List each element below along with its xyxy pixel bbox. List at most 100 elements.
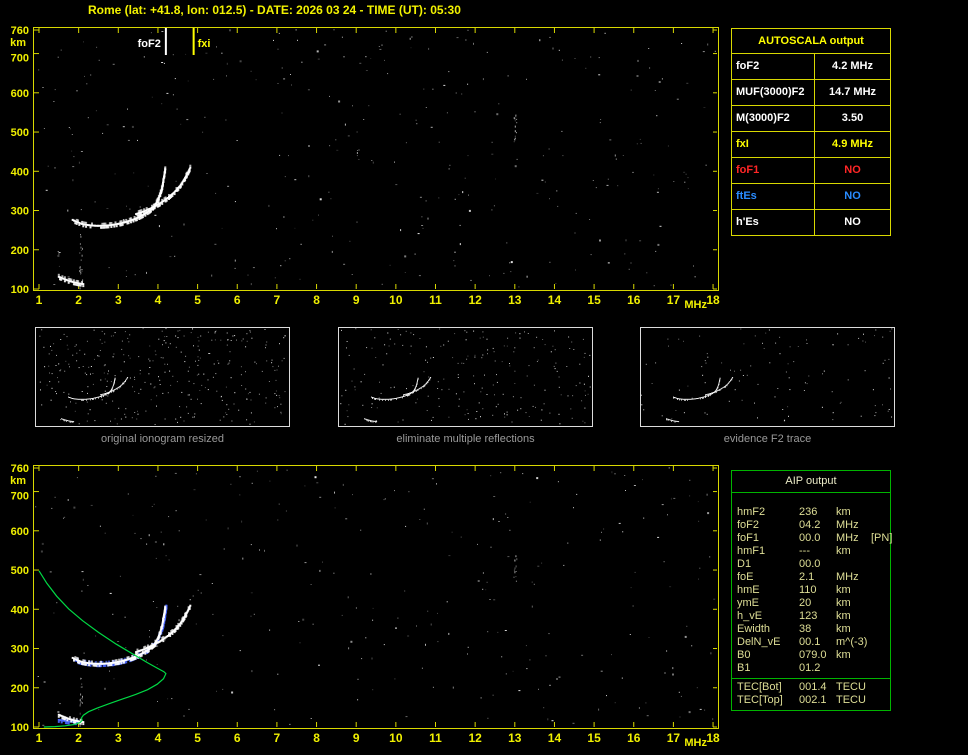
- aip-row-foe: foE 2.1 MHz: [737, 571, 890, 584]
- parameter-note: [871, 636, 890, 649]
- x-tick-label: 6: [234, 731, 241, 745]
- parameter-unit: km: [836, 506, 851, 518]
- parameter-value: 04.2: [799, 519, 821, 531]
- x-tick-label: 8: [313, 731, 320, 745]
- x-tick-label: 10: [389, 293, 403, 307]
- marker-label-foF2: foF2: [138, 38, 161, 50]
- parameter-label: TEC[Bot]: [737, 681, 782, 693]
- thumbnail-original-ionogram: [35, 327, 290, 427]
- parameter-label: ymE: [737, 597, 759, 609]
- y-axis-unit: km: [10, 37, 26, 49]
- parameter-value: 110: [799, 584, 817, 596]
- parameter-label: B0: [737, 649, 751, 661]
- x-tick-label: 14: [548, 731, 562, 745]
- parameter-value: 4.9 MHz: [832, 138, 873, 150]
- parameter-label: foF2: [737, 519, 760, 531]
- parameter-value: 00.0: [799, 532, 821, 544]
- parameter-note: [871, 662, 890, 675]
- x-tick-label: 15: [587, 293, 601, 307]
- aip-row-hmf1: hmF1 --- km: [737, 545, 890, 558]
- x-tick-label: 1: [36, 731, 43, 745]
- parameter-value: ---: [799, 545, 810, 557]
- aip-row-fof1: foF1 00.0 MHz [PN]: [737, 532, 892, 545]
- thumbnail-evidence-f2-trace-image: [641, 328, 893, 423]
- parameter-note: [871, 584, 890, 597]
- x-tick-label: 9: [353, 293, 360, 307]
- x-tick-label: 9: [353, 731, 360, 745]
- parameter-label: M(3000)F2: [732, 106, 815, 131]
- autoscala-row-fof1: foF1 NO: [732, 157, 890, 183]
- y-tick-label: 700: [11, 491, 29, 503]
- aip-table-title: AIP output: [732, 471, 890, 493]
- aip-table-body: hmF2 236 km foF2 04.2 MHz foF1 00.0 MHz [PN] hmF1 -…: [732, 506, 892, 675]
- y-tick-label: 100: [11, 284, 29, 296]
- parameter-unit: m^(-3): [836, 636, 868, 648]
- parameter-value: 14.7 MHz: [828, 86, 877, 98]
- parameter-unit: km: [836, 545, 851, 557]
- parameter-unit: km: [836, 597, 851, 609]
- x-tick-label: 8: [313, 293, 320, 307]
- parameter-unit: MHz: [836, 532, 859, 544]
- thumbnail-eliminate-reflections: [338, 327, 593, 427]
- parameter-note: [871, 610, 890, 623]
- aip-row-hve: h_vE 123 km: [737, 610, 890, 623]
- parameter-label: hmE: [737, 584, 760, 596]
- aip-row-b0: B0 079.0 km: [737, 649, 890, 662]
- x-tick-label: 17: [667, 731, 681, 745]
- parameter-value: 2.1: [799, 571, 815, 583]
- y-tick-label: 400: [11, 166, 29, 178]
- aip-row-hme: hmE 110 km: [737, 584, 890, 597]
- series-E-region-echoes: [57, 273, 85, 288]
- aip-output-table: AIP output hmF2 236 km foF2 04.2 MHz foF1 00.0 MH…: [731, 470, 892, 711]
- parameter-value: NO: [844, 216, 861, 228]
- parameter-label: ftEs: [732, 184, 815, 209]
- x-tick-label: 2: [75, 293, 82, 307]
- parameter-note: [871, 597, 890, 610]
- x-tick-label: 11: [429, 731, 442, 745]
- y-tick-label: 400: [11, 604, 29, 616]
- thumbnail-eliminate-reflections-image: [340, 328, 591, 425]
- parameter-value: 123: [799, 610, 818, 622]
- x-tick-label: 6: [234, 293, 241, 307]
- x-tick-label: 5: [194, 731, 201, 745]
- parameter-label: h'Es: [732, 210, 815, 235]
- autoscala-row-ftes: ftEs NO: [732, 183, 890, 209]
- parameter-note: [871, 506, 890, 519]
- aip-tec-section: TEC[Bot] 001.4 TECU TEC[Top] 002.1 TECU: [732, 678, 890, 707]
- autoscala-row-muf3000f2: MUF(3000)F2 14.7 MHz: [732, 79, 890, 105]
- y-tick-label: 200: [11, 683, 29, 695]
- parameter-label: D1: [737, 558, 752, 570]
- parameter-value: 079.0: [799, 649, 827, 661]
- x-tick-label: 11: [429, 293, 442, 307]
- x-axis-unit: MHz: [684, 737, 707, 749]
- parameter-unit: km: [836, 610, 851, 622]
- y-tick-label: 760: [11, 25, 29, 37]
- parameter-note: [871, 519, 890, 532]
- parameter-value: NO: [844, 190, 861, 202]
- parameter-value: 001.4: [799, 681, 827, 693]
- thumbnail-caption-eliminate: eliminate multiple reflections: [396, 433, 535, 445]
- page-title: Rome (lat: +41.8, lon: 012.5) - DATE: 20…: [88, 3, 461, 17]
- plot-frame: [33, 465, 719, 729]
- autoscala-row-m3000f2: M(3000)F2 3.50: [732, 105, 890, 131]
- parameter-unit: MHz: [836, 571, 859, 583]
- thumbnail-caption-evidence: evidence F2 trace: [723, 433, 812, 445]
- parameter-label: foF2: [732, 54, 815, 79]
- parameter-value: 4.2 MHz: [832, 60, 873, 72]
- x-tick-label: 13: [508, 293, 522, 307]
- parameter-label: hmF2: [737, 506, 766, 518]
- series-F2-trace-ordinary: [71, 166, 167, 229]
- parameter-label: TEC[Top]: [737, 694, 783, 706]
- autoscala-row-fof2: foF2 4.2 MHz: [732, 53, 890, 79]
- x-tick-label: 18: [706, 731, 720, 745]
- x-tick-label: 7: [274, 293, 281, 307]
- parameter-label: foE: [737, 571, 754, 583]
- x-tick-label: 4: [155, 293, 162, 307]
- y-tick-label: 500: [11, 565, 29, 577]
- parameter-unit: km: [836, 623, 851, 635]
- x-tick-label: 16: [627, 731, 641, 745]
- parameter-label: fxI: [732, 132, 815, 157]
- x-tick-label: 12: [468, 731, 482, 745]
- x-tick-label: 2: [75, 731, 82, 745]
- parameter-label: B1: [737, 662, 751, 674]
